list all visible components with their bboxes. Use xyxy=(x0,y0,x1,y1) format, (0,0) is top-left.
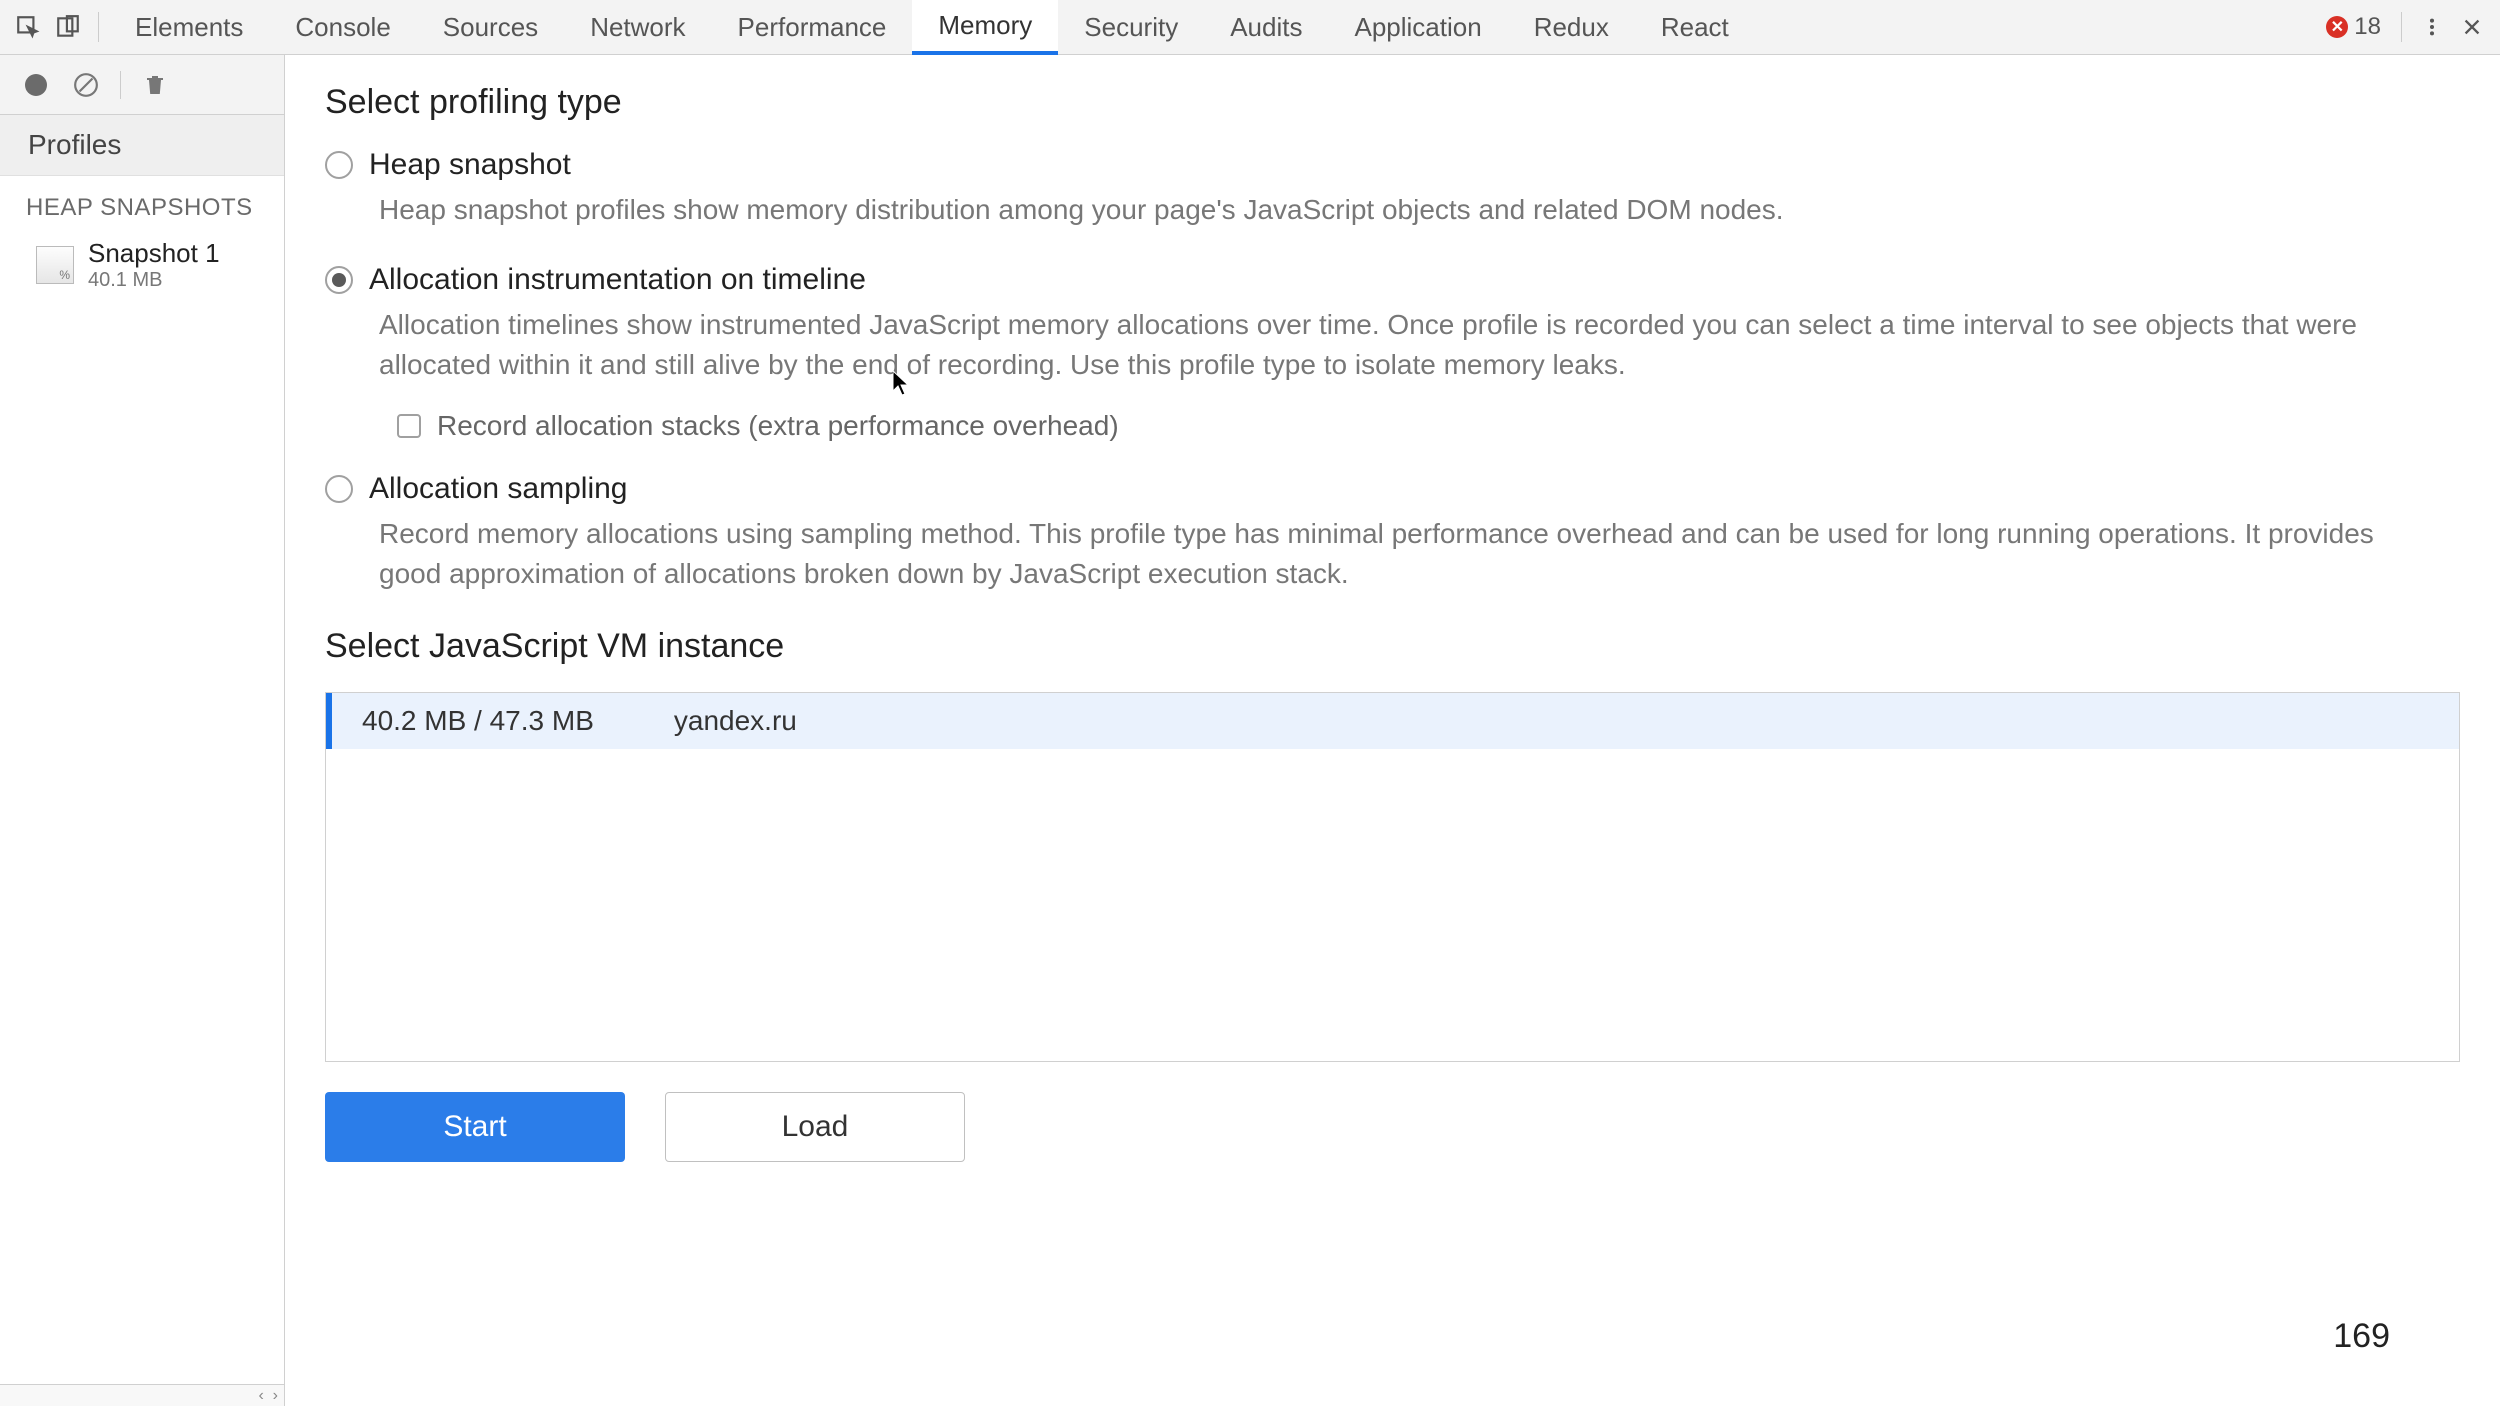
vm-instance-title: Select JavaScript VM instance xyxy=(325,627,2460,666)
error-count: 18 xyxy=(2354,13,2381,41)
radio-allocation-sampling[interactable] xyxy=(325,475,353,503)
divider xyxy=(120,71,121,99)
record-icon[interactable] xyxy=(20,69,52,101)
vm-url: yandex.ru xyxy=(674,705,797,737)
tab-audits[interactable]: Audits xyxy=(1204,0,1328,55)
tab-security[interactable]: Security xyxy=(1058,0,1204,55)
load-button[interactable]: Load xyxy=(665,1092,965,1162)
tab-redux[interactable]: Redux xyxy=(1508,0,1635,55)
clear-icon[interactable] xyxy=(70,69,102,101)
snapshot-item[interactable]: Snapshot 1 40.1 MB xyxy=(0,232,284,298)
tab-sources[interactable]: Sources xyxy=(417,0,564,55)
snapshots-section-label: HEAP SNAPSHOTS xyxy=(0,176,284,232)
radio-desc: Record memory allocations using sampling… xyxy=(379,514,2419,595)
radio-label[interactable]: Heap snapshot xyxy=(369,148,571,182)
radio-heap-snapshot[interactable] xyxy=(325,151,353,179)
sidebar-footer-scroll: ‹ › xyxy=(0,1384,284,1406)
radio-label[interactable]: Allocation sampling xyxy=(369,472,627,506)
content-pane: Select profiling type Heap snapshot Heap… xyxy=(285,55,2500,1406)
tab-performance[interactable]: Performance xyxy=(712,0,913,55)
tab-memory[interactable]: Memory xyxy=(912,0,1058,55)
sidebar-toolbar xyxy=(0,55,284,115)
tab-react[interactable]: React xyxy=(1635,0,1755,55)
profiling-type-title: Select profiling type xyxy=(325,83,2460,122)
snapshot-file-icon xyxy=(36,246,74,284)
divider xyxy=(98,12,99,42)
radio-label[interactable]: Allocation instrumentation on timeline xyxy=(369,263,866,297)
error-icon: ✕ xyxy=(2326,16,2348,38)
radio-allocation-timeline[interactable] xyxy=(325,266,353,294)
device-toggle-icon[interactable] xyxy=(48,7,88,47)
vm-instance-row[interactable]: 40.2 MB / 47.3 MB yandex.ru xyxy=(326,693,2459,749)
divider xyxy=(2401,12,2402,42)
radio-desc: Allocation timelines show instrumented J… xyxy=(379,305,2419,386)
start-button[interactable]: Start xyxy=(325,1092,625,1162)
kebab-menu-icon[interactable] xyxy=(2412,7,2452,47)
tab-console[interactable]: Console xyxy=(269,0,416,55)
tab-elements[interactable]: Elements xyxy=(109,0,269,55)
checkbox-label[interactable]: Record allocation stacks (extra performa… xyxy=(437,410,1119,442)
devtools-tabs: ElementsConsoleSourcesNetworkPerformance… xyxy=(0,0,2500,55)
radio-desc: Heap snapshot profiles show memory distr… xyxy=(379,190,2419,231)
tab-application[interactable]: Application xyxy=(1328,0,1507,55)
error-indicator[interactable]: ✕ 18 xyxy=(2326,13,2391,41)
close-icon[interactable] xyxy=(2452,7,2492,47)
vm-instance-list: 40.2 MB / 47.3 MB yandex.ru xyxy=(325,692,2460,1062)
profiles-header[interactable]: Profiles xyxy=(0,115,284,176)
snapshot-size: 40.1 MB xyxy=(88,269,220,292)
snapshot-name: Snapshot 1 xyxy=(88,238,220,269)
tab-network[interactable]: Network xyxy=(564,0,711,55)
inspect-icon[interactable] xyxy=(8,7,48,47)
page-number: 169 xyxy=(2333,1317,2390,1356)
checkbox-record-stacks[interactable] xyxy=(397,414,421,438)
vm-memory: 40.2 MB / 47.3 MB xyxy=(362,705,594,737)
trash-icon[interactable] xyxy=(139,69,171,101)
sidebar: Profiles HEAP SNAPSHOTS Snapshot 1 40.1 … xyxy=(0,55,285,1406)
